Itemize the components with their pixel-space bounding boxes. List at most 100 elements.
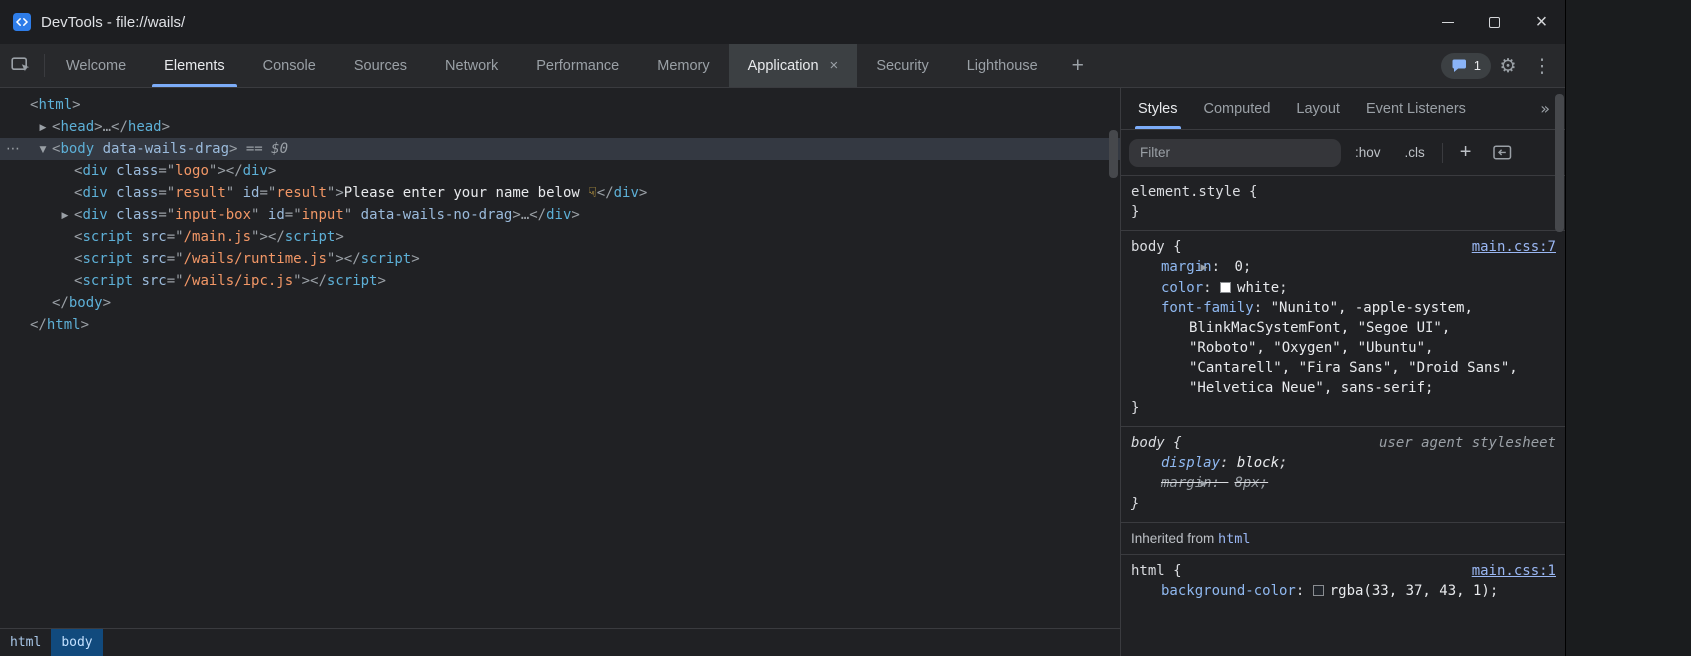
sidebar-tab-layout[interactable]: Layout: [1283, 88, 1353, 129]
tab-lighthouse[interactable]: Lighthouse: [948, 44, 1057, 87]
close-tab-icon[interactable]: ×: [830, 57, 839, 74]
tab-sources[interactable]: Sources: [335, 44, 426, 87]
dom-node[interactable]: <script src="/wails/ipc.js"></script>: [0, 270, 1120, 292]
titlebar: DevTools - file://wails/ ×: [0, 0, 1565, 44]
dom-node[interactable]: <html>: [0, 94, 1120, 116]
punctuation: ;: [1279, 455, 1287, 471]
dom-token: logo: [175, 163, 209, 179]
css-value-continuation: "Helvetica Neue", sans-serif;: [1131, 378, 1556, 398]
punctuation: :: [1212, 475, 1229, 491]
dom-token: >: [217, 163, 225, 179]
tab-security[interactable]: Security: [857, 44, 947, 87]
inspect-icon: [11, 56, 32, 75]
dom-token: >: [162, 119, 170, 135]
tab-console[interactable]: Console: [244, 44, 335, 87]
open-brace: {: [1241, 182, 1258, 202]
node-menu-dots-icon[interactable]: ⋯: [6, 138, 20, 160]
dom-node[interactable]: <div class="result" id="result">Please e…: [0, 182, 1120, 204]
dom-token: =": [167, 251, 184, 267]
breadcrumb-bar: htmlbody: [0, 628, 1120, 656]
dom-token: id: [234, 185, 259, 201]
dom-token: </: [111, 119, 128, 135]
tab-network[interactable]: Network: [426, 44, 517, 87]
toggle-classes-button[interactable]: .cls: [1395, 139, 1435, 166]
css-property-value: 8px: [1234, 475, 1259, 491]
tab-memory[interactable]: Memory: [638, 44, 728, 87]
css-declaration[interactable]: margin: ▶8px;: [1131, 473, 1556, 494]
styles-scrollbar-thumb[interactable]: [1555, 94, 1564, 232]
color-swatch[interactable]: [1220, 282, 1231, 293]
add-tab-button[interactable]: +: [1057, 44, 1099, 87]
filter-input[interactable]: [1129, 139, 1341, 167]
settings-gear-icon[interactable]: ⚙: [1491, 44, 1525, 87]
toggle-hover-state-button[interactable]: :hov: [1345, 139, 1391, 166]
stylesheet-link[interactable]: main.css:1: [1472, 561, 1556, 581]
rule-selector-line[interactable]: element.style {: [1131, 182, 1556, 202]
punctuation: :: [1296, 583, 1313, 599]
tab-label: Sources: [354, 58, 407, 74]
more-menu-icon[interactable]: ⋮: [1525, 44, 1559, 87]
dom-node[interactable]: <div class="logo"></div>: [0, 160, 1120, 182]
css-declaration[interactable]: background-color: rgba(33, 37, 43, 1);: [1131, 581, 1556, 601]
dom-token: =": [167, 229, 184, 245]
dom-token: script: [361, 251, 412, 267]
maximize-button[interactable]: [1471, 0, 1518, 44]
punctuation: ;: [1260, 475, 1268, 491]
rule-selector-line[interactable]: body {user agent stylesheet: [1131, 433, 1556, 453]
dom-token: result: [276, 185, 327, 201]
sidebar-tab-event-listeners[interactable]: Event Listeners: [1353, 88, 1479, 129]
dom-token: src: [133, 273, 167, 289]
minimize-button[interactable]: [1424, 0, 1471, 44]
css-declaration[interactable]: font-family: "Nunito", -apple-system,: [1131, 298, 1556, 318]
dom-node[interactable]: ⋯▼<body data-wails-drag> == $0: [0, 138, 1120, 160]
elements-scrollbar-thumb[interactable]: [1109, 130, 1118, 178]
dom-node[interactable]: <script src="/main.js"></script>: [0, 226, 1120, 248]
inspect-element-button[interactable]: [0, 44, 42, 87]
dom-token: >: [72, 97, 80, 113]
dom-token: div: [82, 163, 107, 179]
breadcrumb-item-html[interactable]: html: [0, 629, 51, 656]
tab-label: Memory: [657, 58, 709, 74]
chevron-collapsed-icon[interactable]: ▶: [56, 205, 74, 227]
dom-token: Please enter your name below: [344, 185, 588, 201]
sidebar-tab-computed[interactable]: Computed: [1191, 88, 1284, 129]
dom-node[interactable]: <script src="/wails/runtime.js"></script…: [0, 248, 1120, 270]
tab-label: Console: [263, 58, 316, 74]
devtools-window: DevTools - file://wails/ × WelcomeElemen…: [0, 0, 1566, 656]
dom-token: script: [82, 229, 133, 245]
rule-selector-line[interactable]: body {main.css:7: [1131, 237, 1556, 257]
css-declaration[interactable]: display: block;: [1131, 453, 1556, 473]
rule-close-brace: }: [1131, 398, 1556, 418]
dom-token: html: [38, 97, 72, 113]
breadcrumb-item-body[interactable]: body: [51, 629, 102, 656]
issues-button[interactable]: 1: [1441, 53, 1491, 79]
dom-token: div: [82, 207, 107, 223]
toggle-sidebar-icon[interactable]: [1485, 145, 1520, 160]
rule-selector-line[interactable]: html {main.css:1: [1131, 561, 1556, 581]
open-brace: {: [1165, 561, 1182, 581]
css-value-continuation: "Cantarell", "Fira Sans", "Droid Sans",: [1131, 358, 1556, 378]
punctuation: ;: [1243, 259, 1251, 275]
dom-token: =": [158, 207, 175, 223]
tab-application[interactable]: Application×: [729, 44, 858, 87]
dom-node[interactable]: </html>: [0, 314, 1120, 336]
chevron-expanded-icon[interactable]: ▼: [34, 139, 52, 161]
dom-node[interactable]: </body>: [0, 292, 1120, 314]
tab-welcome[interactable]: Welcome: [47, 44, 145, 87]
stylesheet-link[interactable]: main.css:7: [1472, 237, 1556, 257]
tab-elements[interactable]: Elements: [145, 44, 243, 87]
sidebar-tab-styles[interactable]: Styles: [1125, 88, 1191, 129]
dom-token: class: [108, 185, 159, 201]
dom-node[interactable]: ▶<head>…</head>: [0, 116, 1120, 138]
new-style-rule-button[interactable]: +: [1450, 141, 1482, 164]
chevron-collapsed-icon[interactable]: ▶: [34, 117, 52, 139]
close-button[interactable]: ×: [1518, 0, 1565, 44]
css-property-name: background-color: [1161, 583, 1296, 599]
dom-node[interactable]: ▶<div class="input-box" id="input" data-…: [0, 204, 1120, 226]
tab-performance[interactable]: Performance: [517, 44, 638, 87]
inherited-node-link[interactable]: html: [1218, 531, 1251, 547]
css-declaration[interactable]: color: white;: [1131, 278, 1556, 298]
tab-label: Network: [445, 58, 498, 74]
color-swatch[interactable]: [1313, 585, 1324, 596]
css-declaration[interactable]: margin: ▶0;: [1131, 257, 1556, 278]
